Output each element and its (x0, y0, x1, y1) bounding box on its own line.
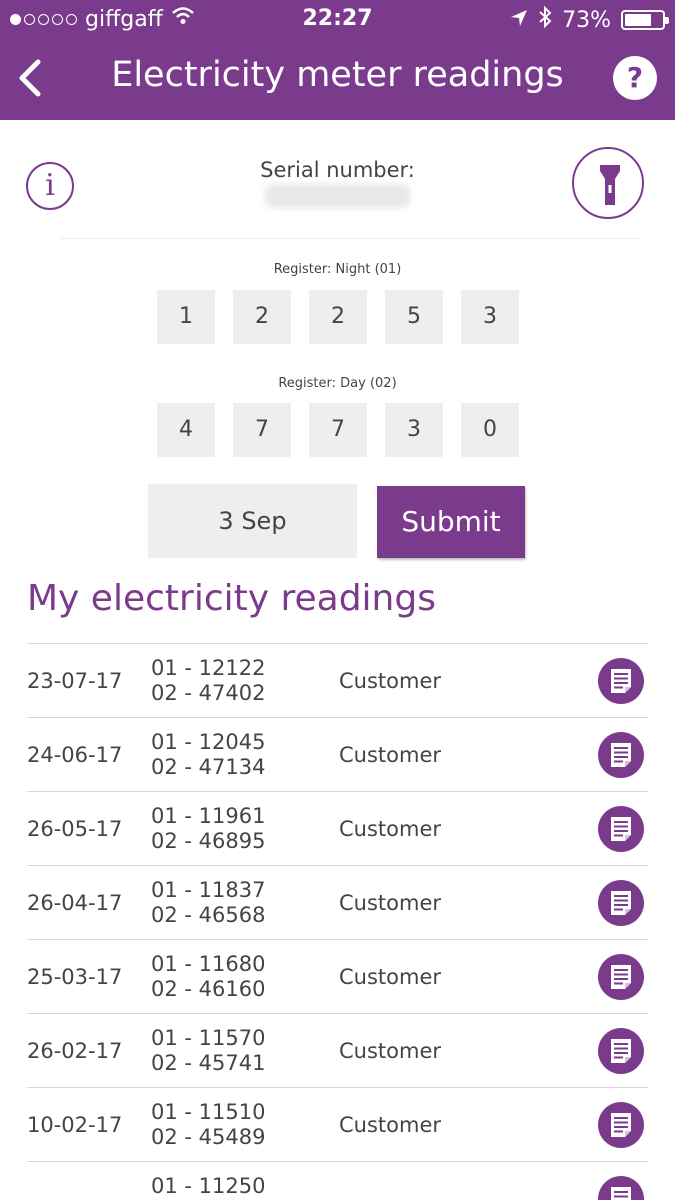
reading-date: 23-07-17 (27, 669, 123, 693)
reading-source: Customer (339, 817, 442, 841)
reading-register-02: 02 - 47134 (151, 755, 266, 779)
app-header: giffgaff 22:27 73% Electricity meter rea… (0, 0, 675, 120)
reading-details-button[interactable] (598, 806, 644, 852)
question-icon: ? (626, 61, 644, 94)
page-title: Electricity meter readings (111, 55, 564, 95)
reading-values: 01 - 11510 02 - 45489 (151, 1100, 265, 1150)
reading-date: 26-02-17 (27, 1039, 123, 1063)
digit-input[interactable]: 0 (461, 403, 519, 457)
serial-number-value-redacted (265, 184, 410, 208)
digit-input[interactable]: 3 (461, 290, 519, 344)
document-icon (611, 965, 631, 989)
reading-date: 25-03-17 (27, 965, 123, 989)
reading-details-button[interactable] (598, 732, 644, 778)
reading-values: 01 - 11837 02 - 46568 (151, 878, 265, 928)
reading-details-button[interactable] (598, 1028, 644, 1074)
reading-row: 26-04-17 01 - 11837 02 - 46568 Customer (27, 865, 648, 939)
reading-source: Customer (339, 1039, 442, 1063)
reading-register-02: 02 - 45489 (151, 1125, 266, 1149)
reading-details-button[interactable] (598, 954, 644, 1000)
reading-row: 26-05-17 01 - 11961 02 - 46895 Customer (27, 791, 648, 865)
reading-values: 01 - 11680 02 - 46160 (151, 952, 265, 1002)
reading-date: 24-06-17 (27, 743, 123, 767)
reading-register-01: 01 - 12045 (151, 730, 266, 754)
reading-register-02: 02 - 47402 (151, 681, 266, 705)
document-icon (611, 817, 631, 841)
battery-percent: 73% (562, 7, 611, 33)
reading-values: 01 - 12045 02 - 47134 (151, 730, 265, 780)
reading-register-01: 01 - 11837 (151, 878, 266, 902)
reading-source: Customer (339, 1113, 442, 1137)
reading-register-01: 01 - 11961 (151, 804, 266, 828)
reading-details-button[interactable] (598, 1102, 644, 1148)
reading-register-01: 01 - 11680 (151, 952, 266, 976)
reading-details-button[interactable] (598, 880, 644, 926)
digit-input[interactable]: 4 (157, 403, 215, 457)
battery-icon (621, 10, 669, 30)
document-icon (611, 1113, 631, 1137)
digit-input[interactable]: 7 (233, 403, 291, 457)
reading-register-02: 02 - 46160 (151, 977, 266, 1001)
reading-register-01: 01 - 11250 (151, 1174, 266, 1198)
reading-row: 26-02-17 01 - 11570 02 - 45741 Customer (27, 1013, 648, 1087)
reading-register-02: 02 - 45741 (151, 1051, 266, 1075)
reading-values: 01 - 11961 02 - 46895 (151, 804, 265, 854)
reading-date: 10-02-17 (27, 1113, 123, 1137)
nav-bar: Electricity meter readings ? (0, 40, 675, 120)
reading-register-01: 01 - 11570 (151, 1026, 266, 1050)
divider (60, 238, 640, 239)
reading-register-02: 02 - 46568 (151, 903, 266, 927)
reading-register-01: 01 - 11510 (151, 1100, 266, 1124)
register-day-digits: 4 7 7 3 0 (157, 403, 519, 457)
help-button[interactable]: ? (613, 56, 657, 100)
reading-source: Customer (339, 965, 442, 989)
readings-section-title: My electricity readings (27, 578, 436, 619)
bluetooth-icon (538, 5, 552, 34)
digit-input[interactable]: 2 (233, 290, 291, 344)
digit-input[interactable]: 2 (309, 290, 367, 344)
torch-icon (600, 165, 620, 205)
reading-date: 26-05-17 (27, 817, 123, 841)
document-icon (611, 891, 631, 915)
reading-row: 23-07-17 01 - 12122 02 - 47402 Customer (27, 643, 648, 717)
reading-values: 01 - 12122 02 - 47402 (151, 656, 265, 706)
reading-row: 10-02-17 01 - 11510 02 - 45489 Customer (27, 1087, 648, 1161)
register-night-label: Register: Night (01) (273, 262, 402, 277)
reading-register-02: 02 - 46895 (151, 829, 266, 853)
torch-button[interactable] (572, 147, 644, 219)
document-icon (611, 669, 631, 693)
status-bar: giffgaff 22:27 73% (0, 0, 675, 40)
reading-details-button[interactable] (598, 658, 644, 704)
document-icon (611, 1187, 631, 1200)
battery-fill (625, 14, 651, 26)
reading-details-button[interactable] (598, 1176, 644, 1200)
reading-row: 25-03-17 01 - 11680 02 - 46160 Customer (27, 939, 648, 1013)
reading-source: Customer (339, 891, 442, 915)
register-day-label: Register: Day (02) (278, 376, 397, 391)
date-picker-button[interactable]: 3 Sep (148, 484, 357, 558)
register-night-digits: 1 2 2 5 3 (157, 290, 519, 344)
reading-source: Customer (339, 743, 442, 767)
document-icon (611, 1039, 631, 1063)
document-icon (611, 743, 631, 767)
digit-input[interactable]: 5 (385, 290, 443, 344)
reading-values: 01 - 11250 (151, 1174, 265, 1199)
location-arrow-icon (510, 8, 528, 33)
digit-input[interactable]: 3 (385, 403, 443, 457)
reading-source: Customer (339, 669, 442, 693)
submit-button[interactable]: Submit (377, 486, 525, 558)
reading-row: 01 - 11250 (27, 1161, 648, 1200)
digit-input[interactable]: 1 (157, 290, 215, 344)
digit-input[interactable]: 7 (309, 403, 367, 457)
reading-values: 01 - 11570 02 - 45741 (151, 1026, 265, 1076)
readings-list: 23-07-17 01 - 12122 02 - 47402 Customer 24-0… (27, 643, 648, 1200)
reading-register-01: 01 - 12122 (151, 656, 266, 680)
reading-date: 26-04-17 (27, 891, 123, 915)
reading-row: 24-06-17 01 - 12045 02 - 47134 Customer (27, 717, 648, 791)
status-right: 73% (510, 5, 669, 34)
